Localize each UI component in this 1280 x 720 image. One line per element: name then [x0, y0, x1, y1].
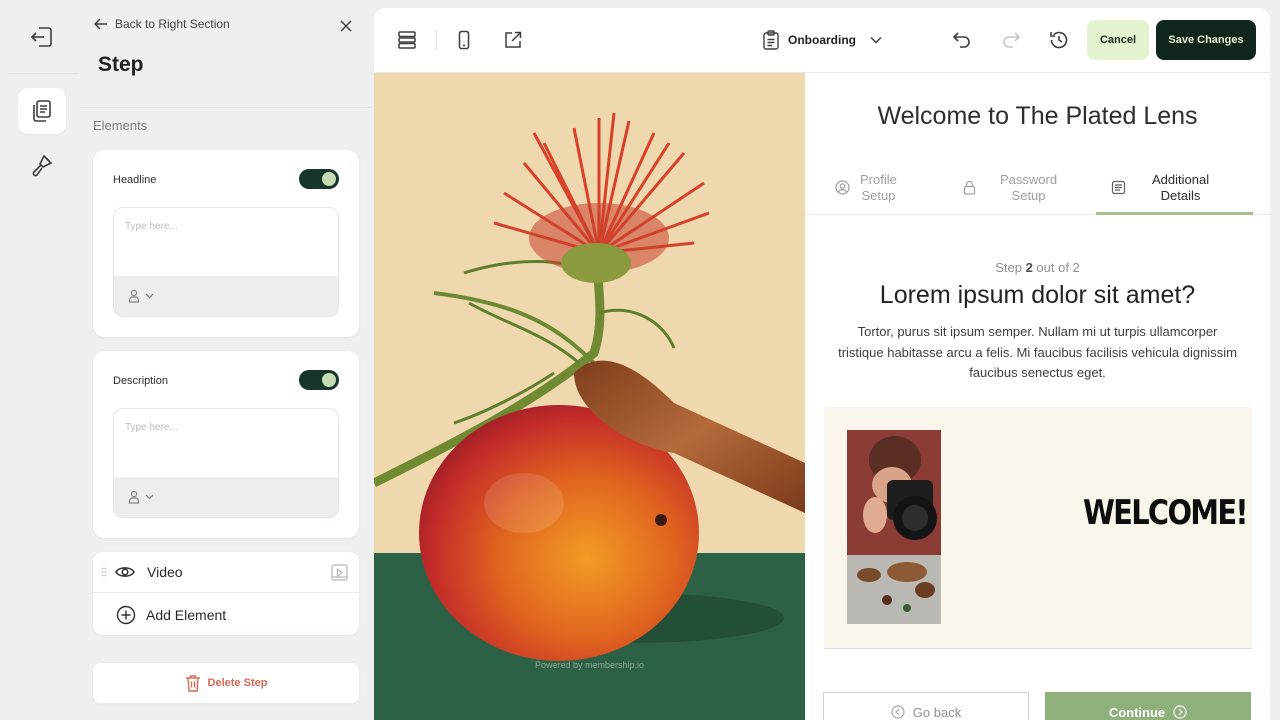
- mango-flower-photo: [374, 73, 805, 720]
- user-circle-icon: [835, 180, 850, 195]
- description-label: Description: [113, 375, 169, 387]
- pages-button[interactable]: [18, 88, 66, 134]
- close-panel-button[interactable]: [336, 16, 356, 36]
- welcome-title: Welcome to The Plated Lens: [877, 102, 1198, 130]
- mobile-view-button[interactable]: [452, 28, 476, 52]
- tab-password-setup[interactable]: Password Setup: [963, 160, 1057, 215]
- rail-top: [8, 0, 78, 74]
- clipboard-icon: [763, 30, 779, 50]
- headline-input[interactable]: Type here...: [113, 207, 339, 317]
- design-button[interactable]: [18, 142, 66, 188]
- brush-icon: [32, 154, 53, 177]
- redo-button[interactable]: [999, 28, 1023, 52]
- video-thumbnail: [847, 430, 941, 624]
- step-question: Lorem ipsum dolor sit amet?: [879, 281, 1196, 309]
- go-back-label: Go back: [912, 704, 962, 720]
- element-item-label: Video: [147, 564, 183, 580]
- left-rail: [8, 0, 78, 720]
- description-input-toolbar: [114, 477, 338, 517]
- flow-selector-label: Onboarding: [788, 33, 856, 47]
- video-overlay-text: WELCOME!: [1083, 493, 1249, 533]
- tab-profile-setup[interactable]: Profile Setup: [835, 160, 897, 215]
- save-changes-button[interactable]: Save Changes: [1156, 20, 1256, 60]
- flow-selector[interactable]: Onboarding: [762, 28, 882, 52]
- mobile-icon: [458, 30, 470, 50]
- panel-title: Step: [98, 53, 144, 76]
- person-icon[interactable]: [128, 490, 140, 504]
- step-settings-panel: Back to Right Section Step Elements Head…: [80, 0, 372, 720]
- arrow-right-circle-icon: [1173, 705, 1187, 719]
- exit-icon: [30, 27, 52, 47]
- eye-icon[interactable]: [115, 565, 135, 579]
- pages-icon: [33, 100, 51, 122]
- lock-icon: [963, 180, 976, 195]
- headline-placeholder: Type here...: [125, 221, 178, 232]
- form-icon: [1111, 180, 1126, 195]
- elements-list: Video Add Element: [93, 552, 359, 635]
- tab-label: Profile Setup: [860, 171, 897, 203]
- headline-input-toolbar: [114, 276, 338, 316]
- arrow-left-icon: [94, 18, 107, 30]
- delete-step-label: Delete Step: [207, 677, 268, 689]
- layout-icon: [398, 31, 416, 49]
- add-element-button[interactable]: Add Element: [93, 594, 359, 635]
- panel-header: Back to Right Section Step: [80, 0, 372, 108]
- drag-handle-icon[interactable]: [101, 567, 107, 577]
- step-tabs: Profile Setup Password Setup Additional Det…: [805, 160, 1270, 215]
- person-icon[interactable]: [128, 289, 140, 303]
- description-toggle[interactable]: [299, 370, 339, 390]
- redo-icon: [1003, 32, 1021, 48]
- video-icon: [331, 564, 348, 581]
- powered-by-label: Powered by: [534, 660, 583, 670]
- history-icon: [1050, 31, 1068, 49]
- photographer-image: [847, 430, 941, 624]
- headline-card: Headline Type here...: [93, 150, 359, 337]
- go-back-button[interactable]: Go back: [823, 692, 1029, 720]
- headline-toggle[interactable]: [299, 169, 339, 189]
- arrow-left-circle-icon: [891, 705, 905, 719]
- elements-section-label: Elements: [93, 118, 148, 133]
- close-icon: [340, 20, 352, 32]
- preview-window: Onboarding Cancel Save Changes Powered b…: [374, 8, 1270, 720]
- element-item-video[interactable]: Video: [93, 552, 359, 593]
- chevron-down-icon[interactable]: [145, 293, 154, 299]
- chevron-down-icon[interactable]: [145, 494, 154, 500]
- exit-button[interactable]: [18, 14, 66, 60]
- headline-label: Headline: [113, 174, 157, 186]
- toolbar-separator: [436, 30, 437, 50]
- chevron-down-icon: [870, 36, 882, 44]
- open-preview-button[interactable]: [501, 28, 525, 52]
- continue-label: Continue: [1108, 704, 1166, 720]
- tab-label: Additional Details: [1152, 171, 1210, 203]
- step-counter: Step 2 out of 2: [995, 260, 1080, 275]
- active-tab-indicator: [1096, 212, 1253, 215]
- video-player[interactable]: WELCOME!: [824, 407, 1252, 649]
- plus-circle-icon: [116, 605, 136, 624]
- back-to-right-section-link[interactable]: Back to Right Section: [94, 17, 230, 31]
- external-link-icon: [505, 31, 522, 48]
- add-element-label: Add Element: [146, 606, 227, 623]
- step-description: Tortor, purus sit ipsum semper. Nullam m…: [838, 324, 1237, 380]
- powered-by-brand: membership.io: [585, 660, 645, 670]
- continue-button[interactable]: Continue: [1045, 692, 1251, 720]
- trash-icon: [185, 675, 200, 692]
- onboarding-content: Welcome to The Plated Lens Profile Setup …: [805, 73, 1270, 720]
- tab-label: Password Setup: [1000, 171, 1058, 203]
- cancel-button[interactable]: Cancel: [1087, 20, 1149, 60]
- tab-additional-details[interactable]: Additional Details: [1111, 160, 1209, 215]
- undo-icon: [952, 32, 970, 48]
- description-placeholder: Type here...: [125, 422, 178, 433]
- editor-toolbar: Onboarding Cancel Save Changes: [374, 8, 1270, 73]
- delete-step-button[interactable]: Delete Step: [93, 663, 359, 703]
- description-input[interactable]: Type here...: [113, 408, 339, 518]
- desktop-view-button[interactable]: [395, 28, 419, 52]
- back-link-label: Back to Right Section: [115, 17, 230, 31]
- hero-image: Powered by membership.io: [374, 73, 805, 720]
- undo-button[interactable]: [950, 28, 974, 52]
- description-card: Description Type here...: [93, 351, 359, 538]
- history-button[interactable]: [1047, 28, 1071, 52]
- powered-by: Powered by membership.io: [374, 660, 805, 670]
